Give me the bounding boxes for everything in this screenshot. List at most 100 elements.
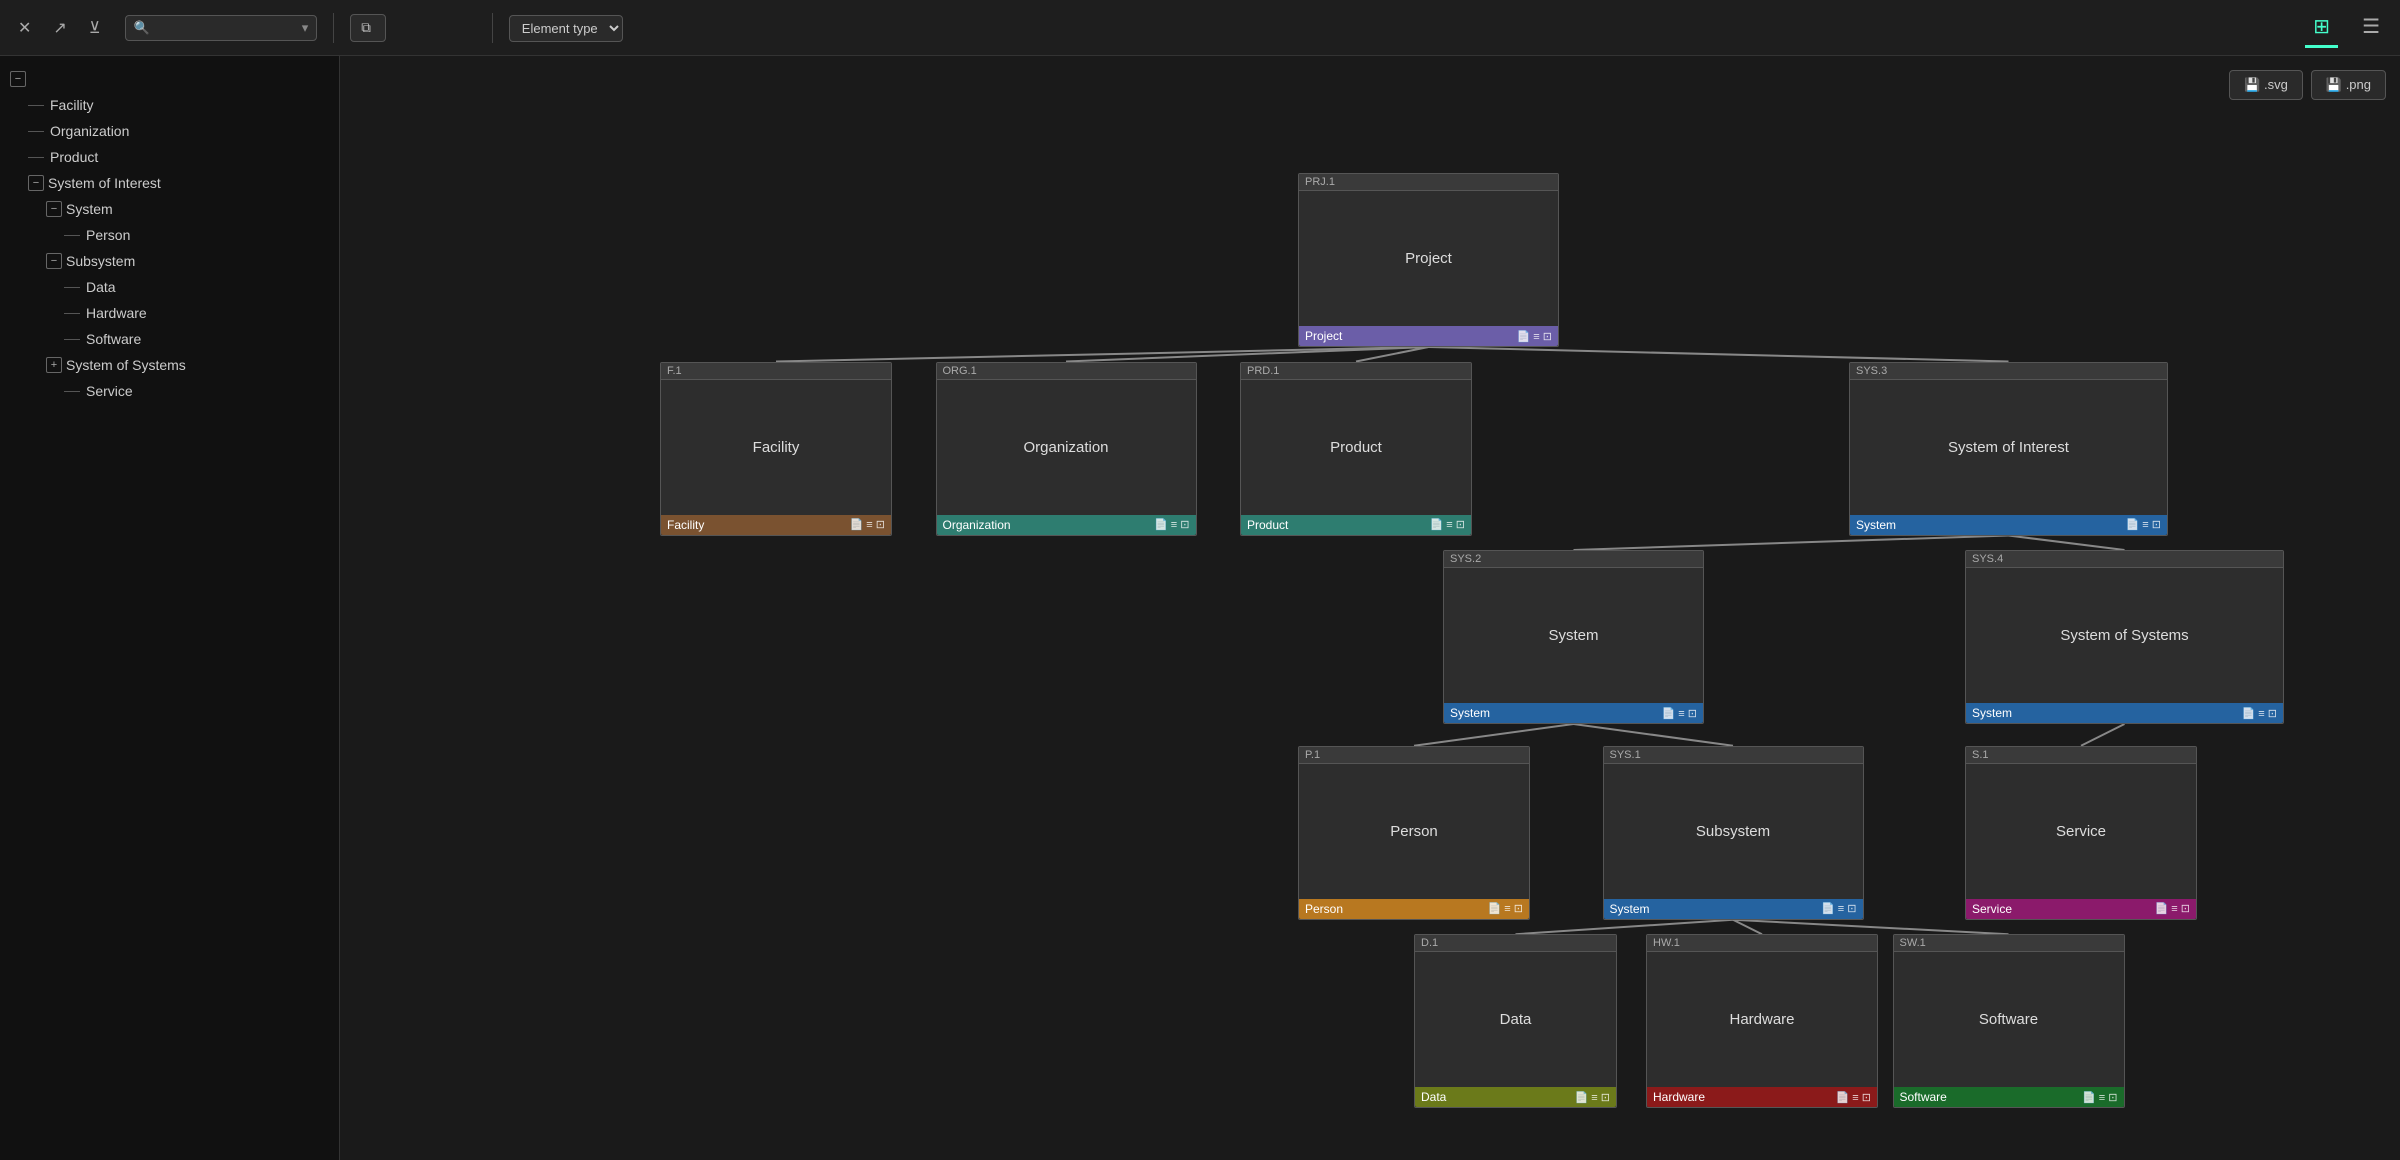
sidebar-item-subsystem[interactable]: −Subsystem: [0, 248, 339, 274]
level2-button[interactable]: [426, 24, 446, 32]
expand-icon-system-of-interest: −: [28, 175, 44, 191]
dash-data: [64, 287, 80, 288]
node-footer-icons-f-1: 📄 ≡ ⊡: [850, 518, 885, 531]
export-svg-button[interactable]: 💾 .svg: [2229, 70, 2303, 100]
sidebar-item-product[interactable]: Product: [0, 144, 339, 170]
sidebar-item-hardware[interactable]: Hardware: [0, 300, 339, 326]
node-title-sys-1: Subsystem: [1604, 764, 1863, 899]
close-button[interactable]: ✕: [12, 14, 37, 42]
view-tree-button[interactable]: ⊞: [2305, 8, 2338, 48]
layer-button[interactable]: ⧉: [350, 14, 386, 42]
sidebar-item-system[interactable]: −System: [0, 196, 339, 222]
node-id-prd-1: PRD.1: [1241, 363, 1471, 380]
connector-PRJ.1-ORG.1: [1066, 347, 1429, 362]
node-sys-1[interactable]: SYS.1SubsystemSystem📄 ≡ ⊡: [1603, 746, 1864, 920]
toolbar: ✕ ↗ ⊻ 🔍 ▾ ⧉ Element type ⊞ ☰: [0, 0, 2400, 56]
connector-SYS.2-P.1: [1414, 724, 1574, 746]
node-footer-label-s-1: Service: [1972, 902, 2012, 916]
node-footer-prj-1: Project📄 ≡ ⊡: [1299, 326, 1558, 346]
view-table-button[interactable]: ☰: [2354, 8, 2388, 48]
main-layout: − FacilityOrganizationProduct−System of …: [0, 56, 2400, 1160]
node-title-sys-2: System: [1444, 568, 1703, 703]
divider-2: [492, 13, 493, 43]
node-id-sw-1: SW.1: [1894, 935, 2124, 952]
pin-button[interactable]: ⊻: [83, 14, 107, 42]
node-title-d-1: Data: [1415, 952, 1616, 1087]
node-hw-1[interactable]: HW.1HardwareHardware📄 ≡ ⊡: [1646, 934, 1878, 1108]
node-footer-s-1: Service 📄 ≡ ⊡: [1966, 899, 2196, 919]
node-f-1[interactable]: F.1FacilityFacility📄 ≡ ⊡: [660, 362, 892, 536]
node-footer-label-sw-1: Software: [1900, 1090, 1947, 1104]
expand-icon-subsystem: −: [46, 253, 62, 269]
node-footer-icons-sw-1: 📄 ≡ ⊡: [2082, 1091, 2117, 1104]
dash-facility: [28, 105, 44, 106]
toolbar-right: ⊞ ☰: [2305, 8, 2388, 48]
export-png-button[interactable]: 💾 .png: [2311, 70, 2386, 100]
node-footer-label-prj-1: Project: [1305, 329, 1342, 343]
dash-organization: [28, 131, 44, 132]
node-title-prj-1: Project: [1299, 191, 1558, 326]
sidebar-label-facility: Facility: [50, 97, 94, 113]
node-id-org-1: ORG.1: [937, 363, 1196, 380]
node-footer-icons-sys-2: 📄 ≡ ⊡: [1662, 707, 1697, 720]
node-footer-label-org-1: Organization: [943, 518, 1011, 532]
node-sw-1[interactable]: SW.1SoftwareSoftware📄 ≡ ⊡: [1893, 934, 2125, 1108]
node-d-1[interactable]: D.1DataData📄 ≡ ⊡: [1414, 934, 1617, 1108]
node-title-prd-1: Product: [1241, 380, 1471, 515]
node-id-f-1: F.1: [661, 363, 891, 380]
node-sys-4[interactable]: SYS.4System of SystemsSystem📄 ≡ ⊡: [1965, 550, 2284, 724]
node-id-prj-1: PRJ.1: [1299, 174, 1558, 191]
sidebar-item-person[interactable]: Person: [0, 222, 339, 248]
node-p-1[interactable]: P.1PersonPerson📄 ≡ ⊡: [1298, 746, 1530, 920]
node-title-sys-3: System of Interest: [1850, 380, 2167, 515]
node-footer-f-1: Facility 📄 ≡ ⊡: [661, 515, 891, 535]
expand-button[interactable]: ↗: [47, 14, 72, 42]
node-sys-3[interactable]: SYS.3System of InterestSystem📄 ≡ ⊡: [1849, 362, 2168, 536]
sidebar-item-software[interactable]: Software: [0, 326, 339, 352]
connector-SYS.1-HW.1: [1733, 920, 1762, 935]
node-footer-label-sys-3: System: [1856, 518, 1896, 532]
connector-PRJ.1-F.1: [776, 347, 1429, 362]
sidebar-tree: FacilityOrganizationProduct−System of In…: [0, 92, 339, 404]
canvas[interactable]: 💾 .svg 💾 .png PRJ.1ProjectProject📄 ≡ ⊡F.…: [340, 56, 2400, 1160]
node-sys-2[interactable]: SYS.2SystemSystem📄 ≡ ⊡: [1443, 550, 1704, 724]
node-footer-org-1: Organization📄 ≡ ⊡: [937, 515, 1196, 535]
node-footer-label-f-1: Facility: [667, 518, 704, 532]
node-footer-icons-hw-1: 📄 ≡ ⊡: [1836, 1091, 1871, 1104]
sidebar-label-system: System: [66, 201, 113, 217]
node-prd-1[interactable]: PRD.1ProductProduct📄 ≡ ⊡: [1240, 362, 1472, 536]
node-prj-1[interactable]: PRJ.1ProjectProject📄 ≡ ⊡: [1298, 173, 1559, 347]
search-input[interactable]: [156, 20, 296, 35]
node-footer-sys-3: System📄 ≡ ⊡: [1850, 515, 2167, 535]
node-footer-sys-1: System📄 ≡ ⊡: [1604, 899, 1863, 919]
level1-button[interactable]: [396, 24, 416, 32]
node-title-s-1: Service: [1966, 764, 2196, 899]
level3-button[interactable]: [456, 24, 476, 32]
element-labels-select[interactable]: Element type: [509, 15, 623, 42]
element-labels-group: Element type: [509, 13, 623, 42]
node-org-1[interactable]: ORG.1 OrganizationOrganization📄 ≡ ⊡: [936, 362, 1197, 536]
sidebar-item-system-of-systems[interactable]: +System of Systems: [0, 352, 339, 378]
node-footer-icons-sys-4: 📄 ≡ ⊡: [2242, 707, 2277, 720]
sidebar: − FacilityOrganizationProduct−System of …: [0, 56, 340, 1160]
sidebar-item-system-of-interest[interactable]: −System of Interest: [0, 170, 339, 196]
dropdown-icon[interactable]: ▾: [302, 20, 309, 36]
node-footer-label-sys-4: System: [1972, 706, 2012, 720]
connector-PRJ.1-SYS.3: [1429, 347, 2009, 362]
search-box: 🔍 ▾: [125, 15, 318, 41]
sidebar-label-subsystem: Subsystem: [66, 253, 135, 269]
node-footer-icons-prd-1: 📄 ≡ ⊡: [1430, 518, 1465, 531]
node-title-f-1: Facility: [661, 380, 891, 515]
sidebar-item-project[interactable]: −: [0, 66, 339, 92]
sidebar-item-data[interactable]: Data: [0, 274, 339, 300]
node-footer-icons-s-1: 📄 ≡ ⊡: [2155, 902, 2190, 915]
sidebar-item-service[interactable]: Service: [0, 378, 339, 404]
sidebar-label-system-of-systems: System of Systems: [66, 357, 186, 373]
sidebar-item-facility[interactable]: Facility: [0, 92, 339, 118]
sidebar-item-organization[interactable]: Organization: [0, 118, 339, 144]
node-footer-label-sys-1: System: [1610, 902, 1650, 916]
sidebar-label-system-of-interest: System of Interest: [48, 175, 161, 191]
node-footer-label-prd-1: Product: [1247, 518, 1288, 532]
node-s-1[interactable]: S.1ServiceService📄 ≡ ⊡: [1965, 746, 2197, 920]
connector-SYS.3-SYS.2: [1574, 536, 2009, 551]
